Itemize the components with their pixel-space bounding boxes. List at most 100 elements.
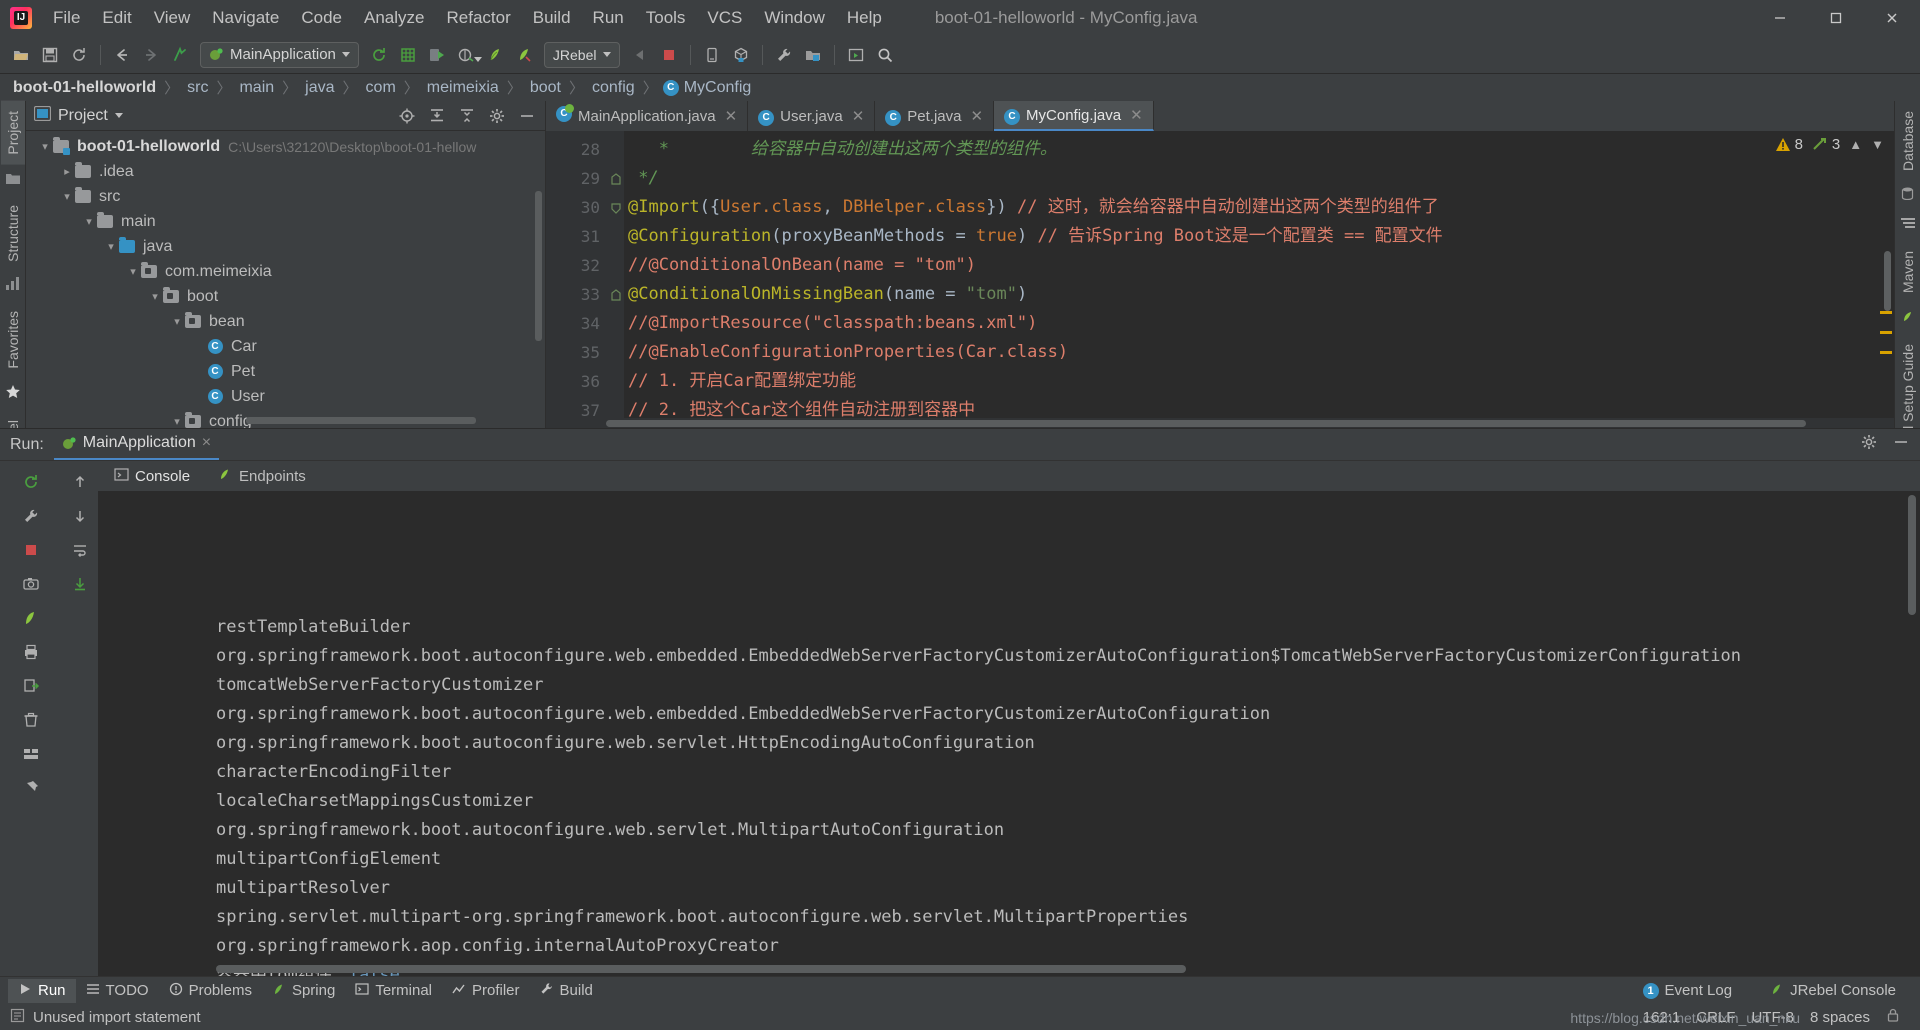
jrebel-run-icon[interactable] (482, 42, 508, 68)
scroll-to-end-icon[interactable] (65, 569, 95, 599)
chevron-down-icon[interactable]: ▾ (104, 240, 118, 253)
device-manager-icon[interactable] (699, 42, 725, 68)
pin-icon[interactable] (16, 773, 46, 803)
editor-tab-user[interactable]: C User.java ✕ (748, 101, 876, 131)
code-content[interactable]: * 给容器中自动创建出这两个类型的组件。 */ @Import({User.cla… (624, 131, 1894, 418)
collapse-all-icon[interactable] (457, 106, 477, 126)
editor-gutter[interactable]: 2829303132333435363738 (546, 131, 608, 418)
breadcrumb-item-meimeixia[interactable]: meimeixia (424, 79, 502, 97)
close-button[interactable] (1864, 0, 1920, 36)
console-output[interactable]: restTemplateBuilder org.springframework.b… (98, 491, 1920, 976)
project-tree-scrollbar[interactable] (535, 191, 542, 341)
database-icon[interactable] (1901, 187, 1914, 205)
stop-back-icon[interactable] (627, 42, 653, 68)
menu-item-code[interactable]: Code (290, 5, 353, 31)
stop-icon[interactable] (16, 535, 46, 565)
minimize-button[interactable] (1752, 0, 1808, 36)
folder-icon[interactable] (5, 171, 20, 189)
back-icon[interactable] (109, 42, 135, 68)
settings-wrench-icon[interactable] (771, 42, 797, 68)
inspection-widget[interactable]: 8 3 ▲ ▼ (1775, 136, 1884, 153)
scroll-down-icon[interactable] (65, 501, 95, 531)
run-configuration-selector[interactable]: MainApplication (200, 41, 359, 68)
save-all-icon[interactable] (37, 42, 63, 68)
scroll-up-icon[interactable] (65, 467, 95, 497)
structure-small-icon[interactable] (6, 277, 19, 295)
menu-item-tools[interactable]: Tools (635, 5, 697, 31)
bottom-tab-todo[interactable]: TODO (76, 979, 159, 1003)
chevron-down-icon[interactable]: ▾ (148, 290, 162, 303)
gear-icon[interactable] (487, 106, 507, 126)
chevron-down-icon[interactable]: ▾ (38, 140, 52, 153)
chevron-down-icon[interactable] (114, 113, 123, 118)
jrebel-debug-icon[interactable] (511, 42, 537, 68)
code-folding-column[interactable] (608, 131, 624, 418)
bottom-tab-terminal[interactable]: Terminal (345, 979, 442, 1003)
hide-panel-icon[interactable] (517, 106, 537, 126)
tree-node-boot-01-helloworld[interactable]: ▾ boot-01-helloworld C:\Users\32120\Deskto… (26, 134, 545, 159)
tree-node-Car[interactable]: C Car (26, 334, 545, 359)
hide-panel-icon[interactable] (1892, 433, 1910, 456)
gear-icon[interactable] (1860, 433, 1878, 456)
tool-tab-structure[interactable]: Structure (1, 195, 25, 272)
menu-item-help[interactable]: Help (836, 5, 893, 31)
project-tree[interactable]: ▾ boot-01-helloworld C:\Users\32120\Deskto… (26, 131, 545, 428)
warning-marker[interactable] (1880, 311, 1892, 314)
menu-item-build[interactable]: Build (522, 5, 582, 31)
bottom-tab-problems[interactable]: Problems (159, 979, 262, 1003)
chevron-down-icon[interactable]: ▾ (170, 315, 184, 328)
tree-node-com-meimeixia[interactable]: ▾ com.meimeixia (26, 259, 545, 284)
run-anything-icon[interactable] (843, 42, 869, 68)
lock-icon[interactable] (1886, 1008, 1900, 1027)
menu-item-view[interactable]: View (143, 5, 202, 31)
indent-setting[interactable]: 8 spaces (1810, 1009, 1870, 1026)
close-icon[interactable]: ✕ (725, 107, 738, 125)
run-session-tab[interactable]: MainApplication × (53, 429, 220, 460)
tree-node-bean[interactable]: ▾ bean (26, 309, 545, 334)
jrebel-selector[interactable]: JRebel (543, 41, 620, 68)
breadcrumb-item-src[interactable]: src (184, 79, 211, 97)
expand-all-icon[interactable] (427, 106, 447, 126)
bottom-tab-build[interactable]: Build (530, 979, 603, 1003)
menu-item-file[interactable]: File (42, 5, 91, 31)
star-icon[interactable] (5, 384, 20, 404)
menu-item-analyze[interactable]: Analyze (353, 5, 435, 31)
tree-node-Pet[interactable]: C Pet (26, 359, 545, 384)
menu-item-refactor[interactable]: Refactor (435, 5, 521, 31)
layout-icon[interactable] (16, 739, 46, 769)
breadcrumb-item-config[interactable]: config (589, 79, 638, 97)
editor-horizontal-scrollbar[interactable] (546, 418, 1894, 428)
fold-end-icon[interactable] (608, 164, 624, 193)
warning-marker[interactable] (1880, 331, 1892, 334)
bottom-tab-run[interactable]: Run (8, 978, 76, 1003)
chevron-down-icon[interactable]: ▾ (170, 415, 184, 428)
tree-node--idea[interactable]: ▸ .idea (26, 159, 545, 184)
fold-collapse-icon[interactable] (608, 193, 624, 222)
fold-end-icon[interactable] (608, 280, 624, 309)
chevron-down-icon[interactable]: ▾ (126, 265, 140, 278)
jrebel-leaf-icon[interactable] (1901, 309, 1915, 328)
tool-tab-database[interactable]: Database (1896, 101, 1920, 181)
weak-warning-count[interactable]: 3 (1812, 136, 1840, 153)
tool-tab-maven[interactable]: Maven (1896, 241, 1920, 303)
bottom-right-event-log[interactable]: 1 Event Log (1633, 979, 1743, 1002)
tree-node-src[interactable]: ▾ src (26, 184, 545, 209)
breadcrumb-item-boot[interactable]: boot (527, 79, 564, 97)
console-scrollbar[interactable] (1908, 495, 1916, 615)
menu-item-edit[interactable]: Edit (91, 5, 142, 31)
maximize-button[interactable] (1808, 0, 1864, 36)
tree-node-main[interactable]: ▾ main (26, 209, 545, 234)
close-icon[interactable]: × (202, 434, 211, 452)
build-icon[interactable] (366, 42, 392, 68)
rerun-icon[interactable] (16, 467, 46, 497)
tree-node-User[interactable]: C User (26, 384, 545, 409)
chevron-down-icon[interactable]: ▼ (1871, 137, 1884, 152)
export-icon[interactable] (16, 671, 46, 701)
bottom-tab-spring[interactable]: Spring (262, 979, 345, 1003)
chevron-up-icon[interactable]: ▲ (1849, 137, 1862, 152)
locate-icon[interactable] (397, 106, 417, 126)
sdk-manager-icon[interactable] (728, 42, 754, 68)
debug-icon[interactable] (453, 42, 482, 68)
bottom-right-jrebel-console[interactable]: JRebel Console (1760, 979, 1906, 1003)
close-icon[interactable]: ✕ (852, 107, 865, 125)
